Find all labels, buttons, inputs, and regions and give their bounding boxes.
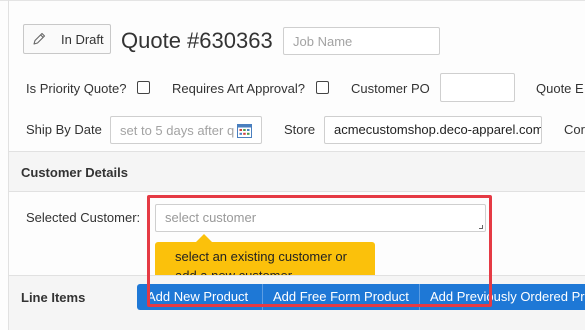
draft-status-button[interactable]: In Draft	[23, 24, 111, 54]
ship-by-date-label: Ship By Date	[26, 122, 102, 137]
calendar-icon[interactable]	[237, 123, 252, 138]
page-title: Quote #630363	[121, 28, 273, 53]
customer-po-label: Customer PO	[351, 81, 430, 96]
highlight-annotation	[147, 195, 492, 307]
customer-details-header: Customer Details	[9, 151, 585, 192]
art-approval-label: Requires Art Approval?	[172, 81, 305, 96]
art-approval-checkbox[interactable]	[316, 81, 329, 94]
store-label: Store	[284, 122, 316, 137]
line-items-title: Line Items	[21, 290, 86, 305]
pencil-icon	[33, 32, 46, 45]
customer-po-input[interactable]	[440, 73, 515, 102]
store-value: acmecustomshop.deco-apparel.com	[334, 122, 542, 137]
quote-expiry-label: Quote E	[536, 81, 584, 96]
job-name-input[interactable]	[283, 27, 440, 55]
customer-details-title: Customer Details	[21, 165, 128, 180]
draft-status-label: In Draft	[61, 31, 104, 47]
cor-label: Cor	[564, 122, 585, 137]
priority-quote-checkbox[interactable]	[137, 81, 150, 94]
store-input[interactable]: acmecustomshop.deco-apparel.com	[324, 116, 542, 144]
page-top-border	[0, 0, 585, 1]
selected-customer-label: Selected Customer:	[26, 210, 141, 225]
priority-quote-label: Is Priority Quote?	[26, 81, 127, 96]
